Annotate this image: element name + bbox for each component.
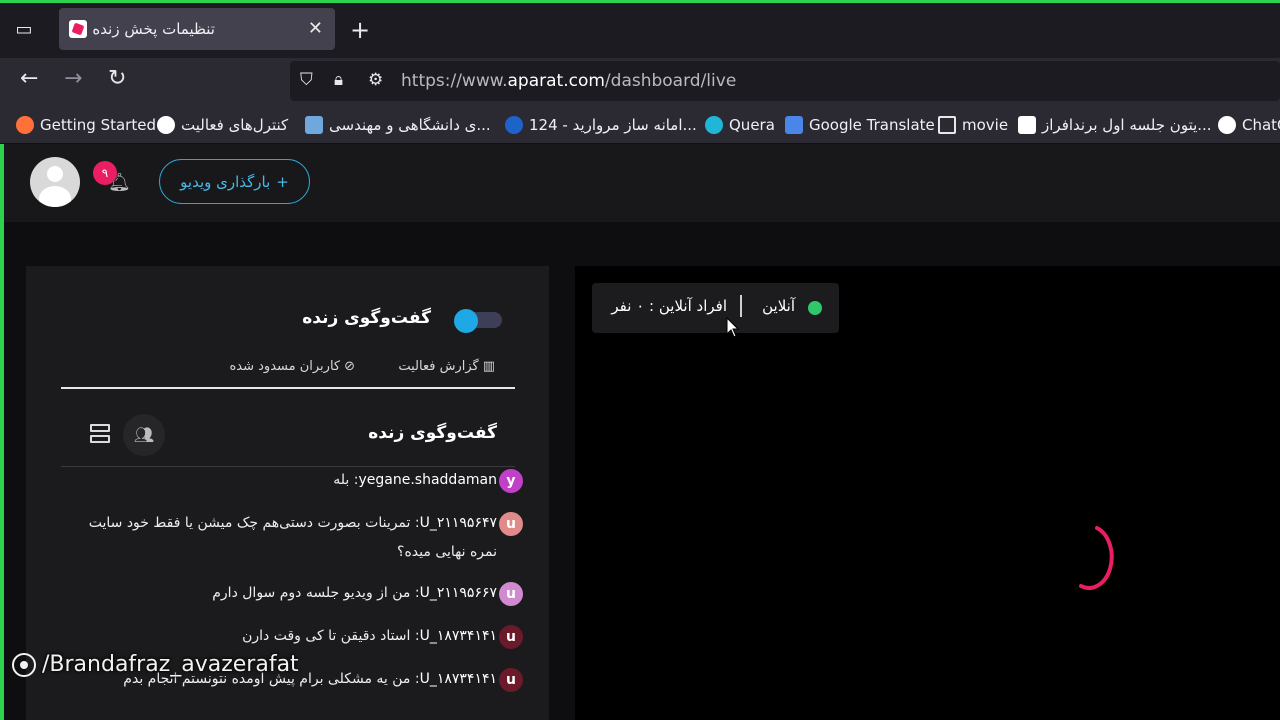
online-status-label: آنلاین bbox=[762, 297, 795, 315]
plus-icon: + bbox=[276, 172, 289, 191]
aparat-bookmark-icon bbox=[1018, 116, 1036, 134]
dashboard-header: 🔔︎ ۹ + بارگذاری ویدیو bbox=[0, 144, 1280, 222]
message-avatar: u bbox=[499, 582, 523, 606]
watermark: /Brandafraz_avazerafat bbox=[12, 652, 299, 677]
aparat-favicon-icon bbox=[69, 20, 87, 38]
chat-title: گفت‌وگوی زنده bbox=[368, 423, 497, 443]
shield-icon[interactable]: ⛉ bbox=[300, 70, 313, 90]
back-arrow-icon[interactable]: ← bbox=[20, 66, 38, 91]
upload-video-button[interactable]: + بارگذاری ویدیو bbox=[159, 159, 310, 204]
tab-title: تنظیمات پخش زنده bbox=[92, 20, 215, 38]
list-view-button[interactable] bbox=[90, 424, 112, 446]
mouse-cursor-icon bbox=[726, 317, 740, 338]
address-bar[interactable]: ⛉ 🔒︎ ⚙ https://www.aparat.com/dashboard/… bbox=[290, 61, 1280, 101]
bookmark-quera[interactable]: Quera bbox=[705, 114, 775, 136]
chatgpt-icon bbox=[1218, 116, 1236, 134]
firefox-icon bbox=[16, 116, 34, 134]
quera-icon bbox=[705, 116, 723, 134]
bookmark-morvarid[interactable]: ...امانه ساز مروارید - 124 bbox=[505, 114, 697, 136]
message-username[interactable]: yegane.shaddaman bbox=[359, 472, 498, 488]
user-avatar[interactable] bbox=[30, 157, 80, 207]
chat-message: u U_۲۱۱۹۵۶۴۷: تمرینات بصورت دستی‌هم چک م… bbox=[77, 509, 523, 567]
block-icon: ⊘ bbox=[344, 359, 355, 374]
message-username[interactable]: U_۱۸۷۳۴۱۴۱ bbox=[420, 628, 497, 644]
message-text: : بله bbox=[333, 472, 359, 488]
browser-nav-bar: ← → ↻ ⛉ 🔒︎ ⚙ https://www.aparat.com/dash… bbox=[0, 58, 1280, 104]
film-reel-icon bbox=[12, 652, 36, 677]
users-icon: 👥︎ bbox=[133, 425, 155, 444]
chart-icon: ▥ bbox=[482, 359, 495, 374]
tab-activity-report[interactable]: ▥ گزارش فعالیت bbox=[398, 359, 495, 374]
folder-icon bbox=[938, 116, 956, 134]
online-dot-icon bbox=[808, 301, 822, 315]
google-icon bbox=[157, 116, 175, 134]
bookmark-google-translate[interactable]: Google Translate bbox=[785, 114, 935, 136]
list-view-icon bbox=[90, 424, 110, 432]
message-avatar: u bbox=[499, 625, 523, 649]
online-status-pill: آنلاین افراد آنلاین : ۰ نفر bbox=[592, 283, 839, 333]
google-translate-icon bbox=[785, 116, 803, 134]
users-button[interactable]: 👥︎ bbox=[123, 414, 165, 456]
chat-message: y yegane.shaddaman: بله bbox=[77, 466, 523, 495]
reload-icon[interactable]: ↻ bbox=[108, 66, 126, 91]
message-username[interactable]: U_۱۸۷۳۴۱۴۱ bbox=[420, 671, 497, 687]
toggle-knob bbox=[454, 309, 478, 333]
message-username[interactable]: U_۲۱۱۹۵۶۶۷ bbox=[420, 585, 497, 601]
message-text: : استاد دقیقن تا کی وقت دارن bbox=[242, 628, 420, 644]
status-separator bbox=[740, 295, 742, 317]
tab-blocked-users[interactable]: ⊘ کاربران مسدود شده bbox=[229, 359, 355, 374]
close-tab-icon[interactable]: ✕ bbox=[308, 18, 323, 39]
bookmark-chatgpt[interactable]: ChatG bbox=[1218, 114, 1280, 136]
live-chat-toggle-label: گفت‌وگوی زنده bbox=[302, 308, 431, 328]
forward-arrow-icon[interactable]: → bbox=[64, 66, 82, 91]
message-avatar: y bbox=[499, 469, 523, 493]
bookmarks-bar: Getting Started کنترل‌های فعالیت ...ی دا… bbox=[0, 104, 1280, 144]
notification-badge: ۹ bbox=[93, 161, 117, 185]
browser-tab-active[interactable]: تنظیمات پخش زنده ✕ bbox=[59, 8, 335, 50]
morvarid-icon bbox=[505, 116, 523, 134]
new-tab-button[interactable]: + bbox=[350, 16, 370, 44]
live-video-panel: آنلاین افراد آنلاین : ۰ نفر bbox=[575, 266, 1280, 720]
url-text[interactable]: https://www.aparat.com/dashboard/live bbox=[401, 71, 736, 91]
loading-spinner-icon bbox=[1079, 526, 1114, 590]
bookmark-university[interactable]: ...ی دانشگاهی و مهندسی bbox=[305, 114, 491, 136]
chat-message: u U_۱۸۷۳۴۱۴۱: استاد دقیقن تا کی وقت دارن bbox=[77, 622, 523, 651]
lock-icon[interactable]: 🔒︎ bbox=[334, 70, 343, 90]
browser-tab-bar: ▭ تنظیمات پخش زنده ✕ + bbox=[0, 0, 1280, 58]
live-chat-toggle[interactable] bbox=[454, 309, 502, 333]
permissions-icon[interactable]: ⚙ bbox=[368, 70, 383, 90]
university-icon bbox=[305, 116, 323, 134]
message-avatar: u bbox=[499, 668, 523, 692]
bookmark-google-activity[interactable]: کنترل‌های فعالیت bbox=[157, 114, 288, 136]
chat-subtabs: ▥ گزارش فعالیت ⊘ کاربران مسدود شده bbox=[61, 358, 515, 389]
bookmark-folder-movie[interactable]: movie bbox=[938, 114, 1008, 136]
bookmark-getting-started[interactable]: Getting Started bbox=[16, 114, 156, 136]
bookmark-brandafraz[interactable]: ...یتون جلسه اول برندافراز bbox=[1018, 114, 1212, 136]
message-text: : من از ویدیو جلسه دوم سوال دارم bbox=[212, 585, 420, 601]
list-all-tabs-icon[interactable]: ▭ bbox=[12, 19, 36, 41]
chat-message: u U_۲۱۱۹۵۶۶۷: من از ویدیو جلسه دوم سوال … bbox=[77, 579, 523, 608]
message-username[interactable]: U_۲۱۱۹۵۶۴۷ bbox=[420, 515, 497, 531]
online-count: افراد آنلاین : ۰ نفر bbox=[611, 297, 727, 315]
message-avatar: u bbox=[499, 512, 523, 536]
